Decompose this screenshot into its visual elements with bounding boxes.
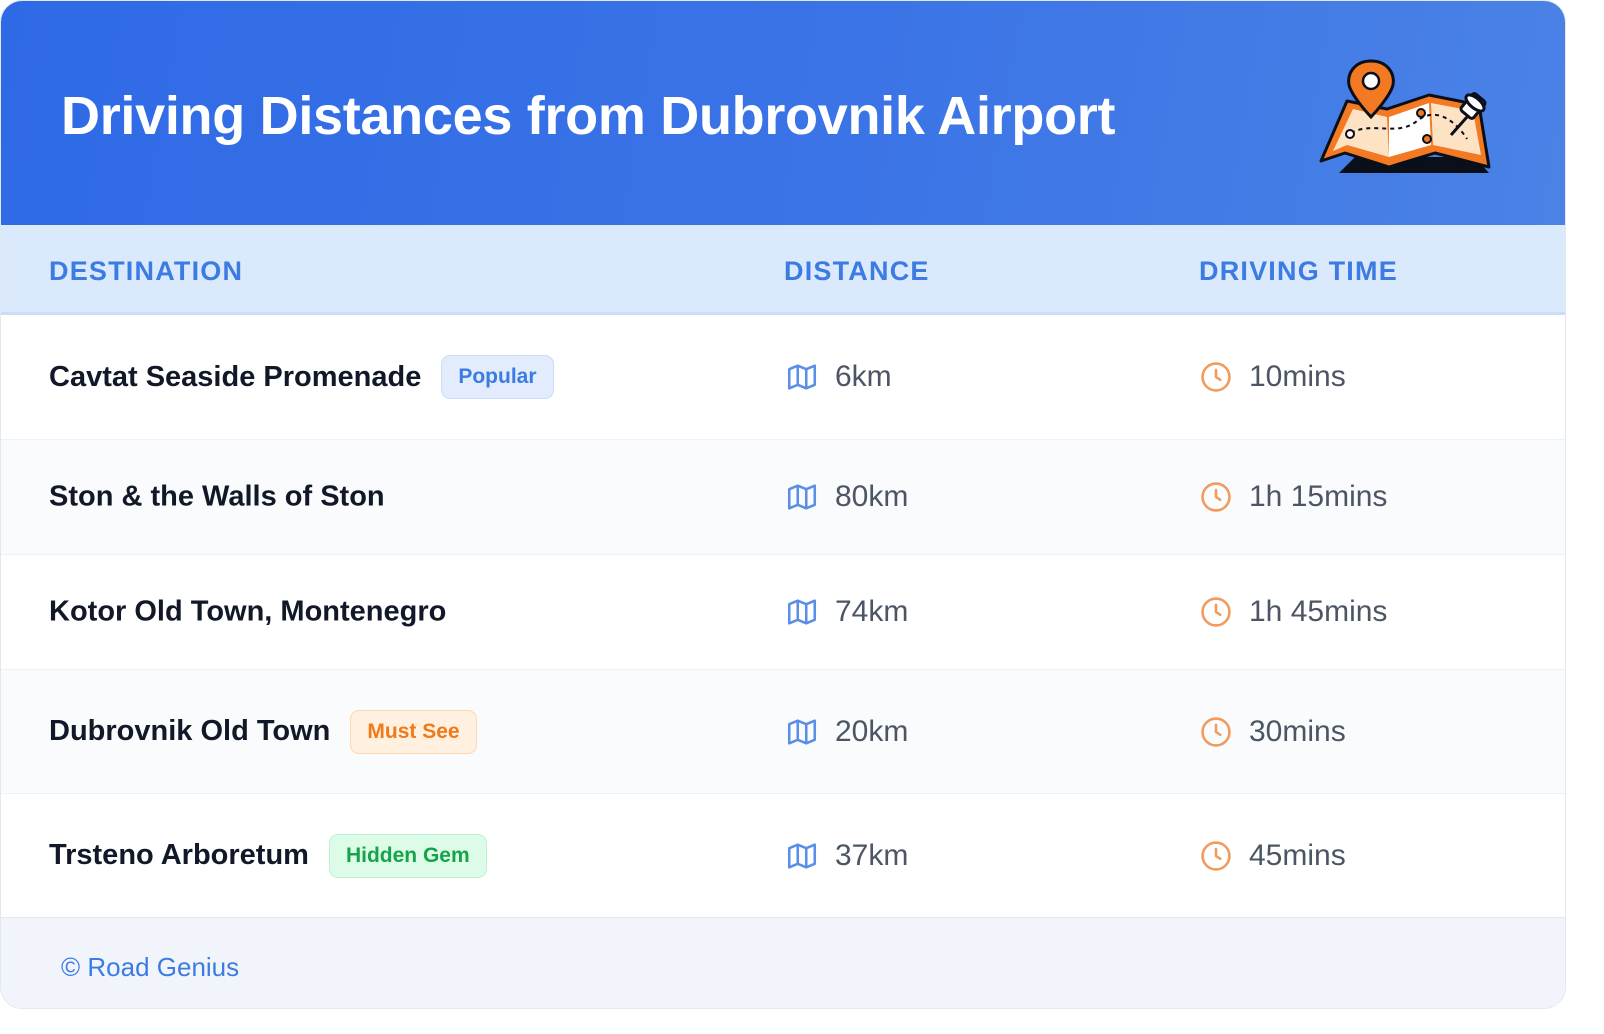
distances-card: Driving Distances from Dubrovnik Airport…	[0, 0, 1566, 1009]
hidden-gem-badge: Hidden Gem	[328, 833, 487, 878]
driving-time-value: 1h 45mins	[1249, 595, 1388, 628]
destination-name: Ston & the Walls of Ston	[49, 480, 385, 513]
distance-value: 74km	[835, 595, 909, 628]
column-header-distance: DISTANCE	[784, 256, 930, 286]
must-see-badge: Must See	[350, 709, 477, 754]
table-row: Cavtat Seaside Promenade Popular 6km 10m…	[1, 315, 1565, 440]
clock-icon	[1201, 840, 1231, 871]
distance-cell: 80km	[785, 480, 908, 514]
column-header-driving-time: DRIVING TIME	[1199, 256, 1398, 286]
popular-badge: Popular	[441, 355, 554, 399]
destination-cell: Kotor Old Town, Montenegro	[49, 596, 446, 629]
destination-name: Trsteno Arboretum	[49, 839, 309, 871]
clock-icon	[1201, 362, 1231, 392]
driving-time-value: 10mins	[1249, 360, 1346, 393]
destination-name: Cavtat Seaside Promenade	[49, 360, 422, 393]
destination-cell: Ston & the Walls of Ston	[49, 481, 385, 514]
driving-time-cell: 45mins	[1199, 839, 1346, 873]
clock-icon	[1201, 482, 1231, 512]
page-title: Driving Distances from Dubrovnik Airport	[61, 86, 1116, 146]
table-row: Dubrovnik Old Town Must See 20km 30mins	[1, 670, 1565, 794]
distance-value: 6km	[835, 360, 892, 393]
header-banner: Driving Distances from Dubrovnik Airport	[1, 1, 1565, 225]
driving-time-value: 30mins	[1249, 714, 1346, 748]
distance-value: 20km	[835, 714, 909, 748]
distance-cell: 74km	[785, 595, 908, 629]
map-icon	[787, 599, 817, 625]
driving-time-value: 1h 15mins	[1249, 480, 1388, 513]
map-icon	[787, 364, 817, 390]
table-row: Kotor Old Town, Montenegro 74km 1h 45min…	[1, 555, 1565, 670]
map-icon	[787, 484, 817, 510]
copyright-text: © Road Genius	[61, 952, 240, 982]
distance-cell: 37km	[785, 839, 908, 873]
driving-time-cell: 1h 45mins	[1199, 595, 1387, 629]
map-icon	[787, 842, 817, 869]
distance-cell: 20km	[785, 715, 908, 749]
destination-cell: Trsteno Arboretum Hidden Gem	[49, 833, 487, 878]
destination-cell: Cavtat Seaside Promenade Popular	[49, 355, 554, 399]
destination-cell: Dubrovnik Old Town Must See	[49, 709, 477, 754]
clock-icon	[1201, 716, 1231, 747]
distance-cell: 6km	[785, 360, 892, 394]
column-header-destination: DESTINATION	[49, 256, 244, 286]
distance-value: 37km	[835, 838, 909, 872]
destination-name: Dubrovnik Old Town	[49, 715, 331, 747]
table-header-row: DESTINATION DISTANCE DRIVING TIME	[1, 225, 1565, 315]
distance-value: 80km	[835, 480, 909, 513]
driving-time-cell: 10mins	[1199, 360, 1346, 394]
destination-name: Kotor Old Town, Montenegro	[49, 595, 447, 628]
driving-time-cell: 30mins	[1199, 715, 1346, 749]
table-row: Ston & the Walls of Ston 80km 1h 15mins	[1, 440, 1565, 555]
map-illustration-icon	[1319, 59, 1491, 173]
driving-time-value: 45mins	[1249, 838, 1346, 872]
table-row: Trsteno Arboretum Hidden Gem 37km 45mins	[1, 794, 1565, 917]
footer: © Road Genius	[1, 917, 1565, 1008]
clock-icon	[1201, 597, 1231, 627]
map-icon	[787, 718, 817, 745]
driving-time-cell: 1h 15mins	[1199, 480, 1387, 514]
